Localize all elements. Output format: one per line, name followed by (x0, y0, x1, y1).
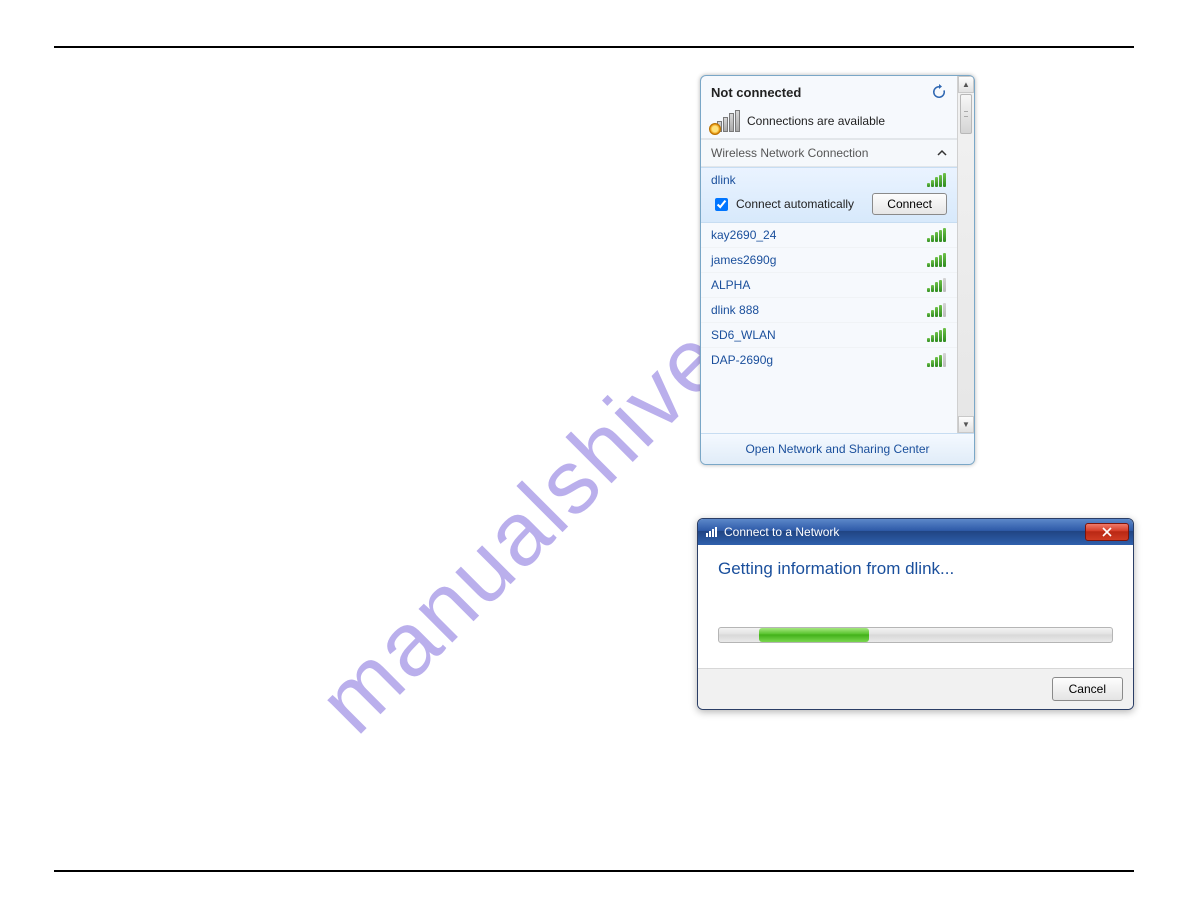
dialog-title: Connect to a Network (724, 525, 839, 539)
signal-icon (927, 253, 947, 267)
scroll-up-button[interactable]: ▲ (958, 76, 974, 93)
dialog-titlebar[interactable]: Connect to a Network (698, 519, 1133, 545)
status-title: Not connected (711, 85, 801, 100)
page-rule-bottom (54, 870, 1134, 872)
dialog-heading: Getting information from dlink... (718, 559, 1113, 579)
network-list: dlink Connect automatically Connect (701, 167, 957, 433)
network-item[interactable]: james2690g (701, 248, 957, 273)
no-connection-icon (711, 110, 739, 132)
connect-auto-label: Connect automatically (736, 197, 854, 211)
ssid-label: kay2690_24 (711, 228, 776, 242)
signal-icon (927, 278, 947, 292)
connect-dialog: Connect to a Network Getting information… (697, 518, 1134, 710)
scroll-down-button[interactable]: ▼ (958, 416, 974, 433)
ssid-label: james2690g (711, 253, 776, 267)
network-item[interactable]: dlink 888 (701, 298, 957, 323)
close-button[interactable] (1085, 523, 1129, 541)
refresh-icon[interactable] (931, 84, 947, 100)
status-subtitle: Connections are available (747, 114, 885, 128)
ssid-label: dlink (711, 173, 736, 187)
wifi-flyout: Not connected Connections are available … (700, 75, 975, 465)
network-item[interactable]: SD6_WLAN (701, 323, 957, 348)
progress-fill (759, 628, 869, 642)
scrollbar[interactable]: ▲ ▼ (957, 76, 974, 433)
adapter-label: Wireless Network Connection (711, 146, 868, 160)
network-icon (704, 525, 718, 539)
signal-icon (927, 353, 947, 367)
network-item[interactable]: ALPHA (701, 273, 957, 298)
network-item[interactable]: DAP-2690g (701, 348, 957, 372)
open-network-center-link[interactable]: Open Network and Sharing Center (701, 433, 974, 464)
signal-icon (927, 173, 947, 187)
connect-button[interactable]: Connect (872, 193, 947, 215)
ssid-label: DAP-2690g (711, 353, 773, 367)
network-item[interactable]: kay2690_24 (701, 223, 957, 248)
signal-icon (927, 328, 947, 342)
ssid-label: ALPHA (711, 278, 750, 292)
scroll-thumb[interactable] (960, 94, 972, 134)
cancel-button[interactable]: Cancel (1052, 677, 1123, 701)
ssid-label: dlink 888 (711, 303, 759, 317)
connection-status-area: Not connected Connections are available (701, 76, 957, 139)
connect-auto-input[interactable] (715, 198, 728, 211)
chevron-up-icon (937, 148, 947, 158)
adapter-header[interactable]: Wireless Network Connection (701, 139, 957, 167)
page-rule-top (54, 46, 1134, 48)
network-item-selected[interactable]: dlink Connect automatically Connect (701, 167, 957, 223)
close-icon (1102, 527, 1112, 537)
ssid-label: SD6_WLAN (711, 328, 776, 342)
progress-bar (718, 627, 1113, 643)
connect-auto-checkbox[interactable]: Connect automatically (711, 195, 854, 214)
signal-icon (927, 228, 947, 242)
signal-icon (927, 303, 947, 317)
